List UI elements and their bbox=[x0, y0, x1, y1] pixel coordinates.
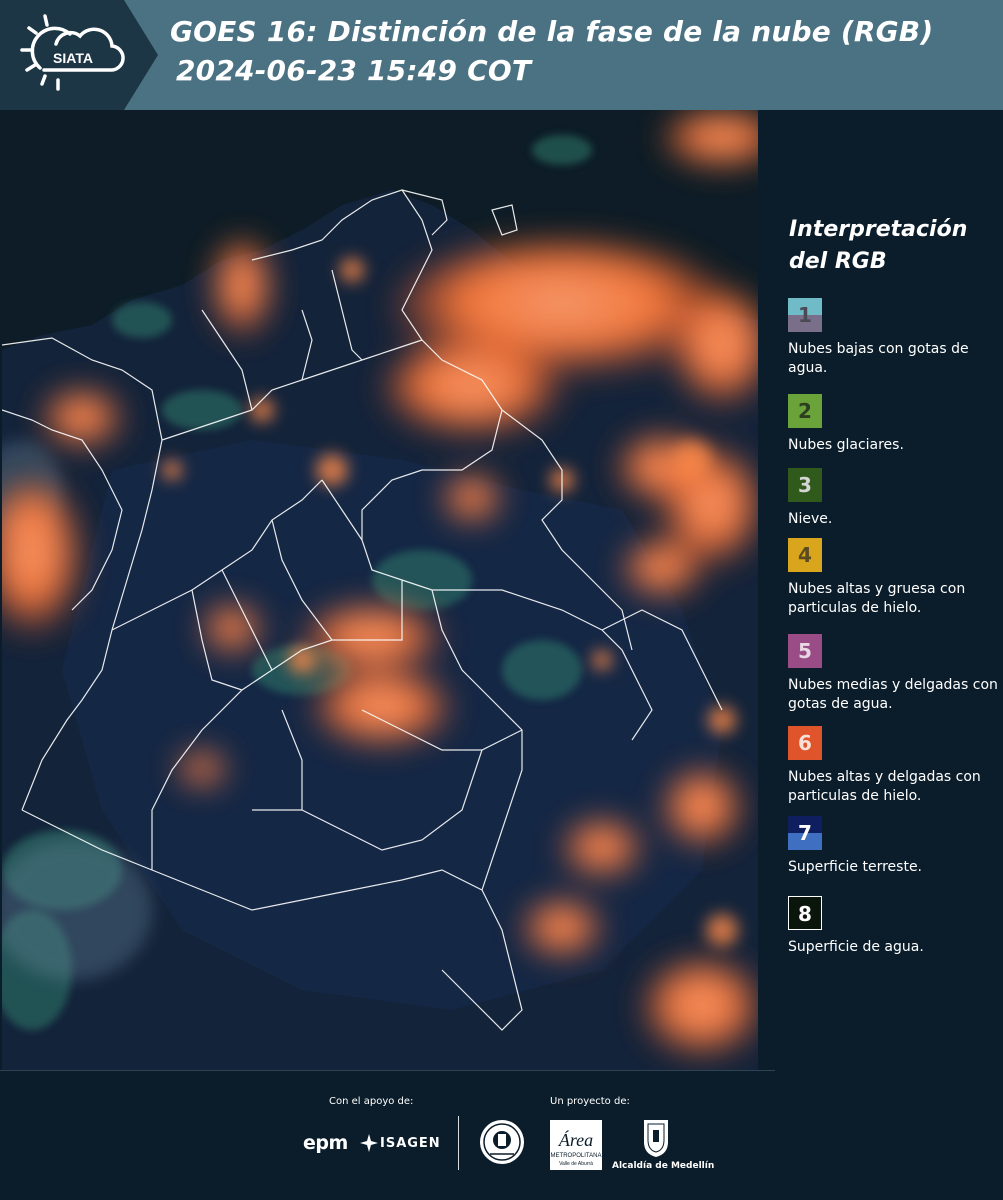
legend-swatch-number: 1 bbox=[798, 303, 812, 327]
legend-swatch-number: 6 bbox=[798, 731, 812, 755]
legend-label: Nieve. bbox=[788, 511, 833, 527]
legend-label: Nubes glaciares. bbox=[788, 437, 904, 453]
siata-logo-text: SIATA bbox=[53, 50, 93, 66]
area-metropolitana-icon: Área METROPOLITANA Valle de Aburrá bbox=[550, 1120, 602, 1170]
legend-swatch-2: 2 bbox=[788, 394, 822, 428]
legend-swatch-6: 6 bbox=[788, 726, 822, 760]
page-title: GOES 16: Distinción de la fase de la nub… bbox=[170, 15, 934, 48]
legend-swatch-4: 4 bbox=[788, 538, 822, 572]
area-subtitle-2: Valle de Aburrá bbox=[559, 1161, 593, 1167]
legend-title-line1: Interpretación bbox=[789, 217, 968, 242]
area-name: Área bbox=[558, 1129, 593, 1150]
support-label: Con el apoyo de: bbox=[329, 1096, 414, 1107]
legend-label: Nubes altas y gruesa con particulas de h… bbox=[788, 581, 966, 616]
timestamp: 2024-06-23 15:49 COT bbox=[176, 54, 532, 87]
legend-swatch-number: 5 bbox=[798, 639, 812, 663]
seal-icon bbox=[480, 1120, 524, 1164]
alcaldia-logo: Alcaldía de Medellín bbox=[612, 1118, 715, 1174]
legend-item-2: 2 Nubes glaciares. bbox=[788, 394, 1003, 455]
isagen-text: ISAGEN bbox=[380, 1136, 441, 1151]
area-metropolitana-logo: Área METROPOLITANA Valle de Aburrá bbox=[550, 1120, 602, 1174]
legend-label: Nubes bajas con gotas de agua. bbox=[788, 341, 969, 376]
seal-logo bbox=[478, 1118, 526, 1170]
alcaldia-text: Alcaldía de Medellín bbox=[612, 1161, 715, 1171]
epm-logo: epm bbox=[303, 1132, 348, 1154]
footer: Con el apoyo de: Un proyecto de: epm ISA… bbox=[0, 1070, 1003, 1200]
legend-title: Interpretación del RGB bbox=[789, 214, 989, 278]
legend-swatch-number: 8 bbox=[798, 902, 812, 926]
legend-panel: Interpretación del RGB 1 Nubes bajas con… bbox=[760, 110, 1003, 1070]
legend-label: Nubes altas y delgadas con particulas de… bbox=[788, 769, 981, 804]
satellite-rgb-map[interactable] bbox=[2, 110, 758, 1070]
shield-icon bbox=[644, 1120, 668, 1157]
legend-swatch-number: 3 bbox=[798, 473, 812, 497]
legend-label: Superficie de agua. bbox=[788, 939, 924, 955]
legend-swatch-number: 7 bbox=[798, 821, 812, 845]
legend-item-1: 1 Nubes bajas con gotas de agua. bbox=[788, 298, 1003, 378]
footer-vertical-divider bbox=[458, 1116, 459, 1170]
siata-logo: SIATA bbox=[0, 0, 160, 110]
legend-item-5: 5 Nubes medias y delgadas con gotas de a… bbox=[788, 634, 1003, 714]
header-bar: SIATA GOES 16: Distinción de la fase de … bbox=[0, 0, 1003, 110]
isagen-star-icon bbox=[360, 1134, 378, 1152]
legend-swatch-7: 7 bbox=[788, 816, 822, 850]
area-subtitle: METROPOLITANA bbox=[551, 1153, 602, 1159]
legend-item-4: 4 Nubes altas y gruesa con particulas de… bbox=[788, 538, 1003, 618]
legend-item-8: 8 Superficie de agua. bbox=[788, 896, 1003, 957]
legend-swatch-number: 2 bbox=[798, 399, 812, 423]
project-label: Un proyecto de: bbox=[550, 1096, 630, 1107]
legend-item-3: 3 Nieve. bbox=[788, 468, 1003, 529]
legend-label: Superficie terreste. bbox=[788, 859, 923, 875]
legend-swatch-number: 4 bbox=[798, 543, 812, 567]
legend-swatch-1: 1 bbox=[788, 298, 822, 332]
legend-swatch-8: 8 bbox=[788, 896, 822, 930]
legend-label: Nubes medias y delgadas con gotas de agu… bbox=[788, 677, 998, 712]
legend-item-7: 7 Superficie terreste. bbox=[788, 816, 1003, 877]
legend-swatch-3: 3 bbox=[788, 468, 822, 502]
footer-divider-line bbox=[0, 1070, 775, 1071]
legend-item-6: 6 Nubes altas y delgadas con particulas … bbox=[788, 726, 1003, 806]
legend-title-line2: del RGB bbox=[789, 249, 887, 274]
legend-swatch-5: 5 bbox=[788, 634, 822, 668]
